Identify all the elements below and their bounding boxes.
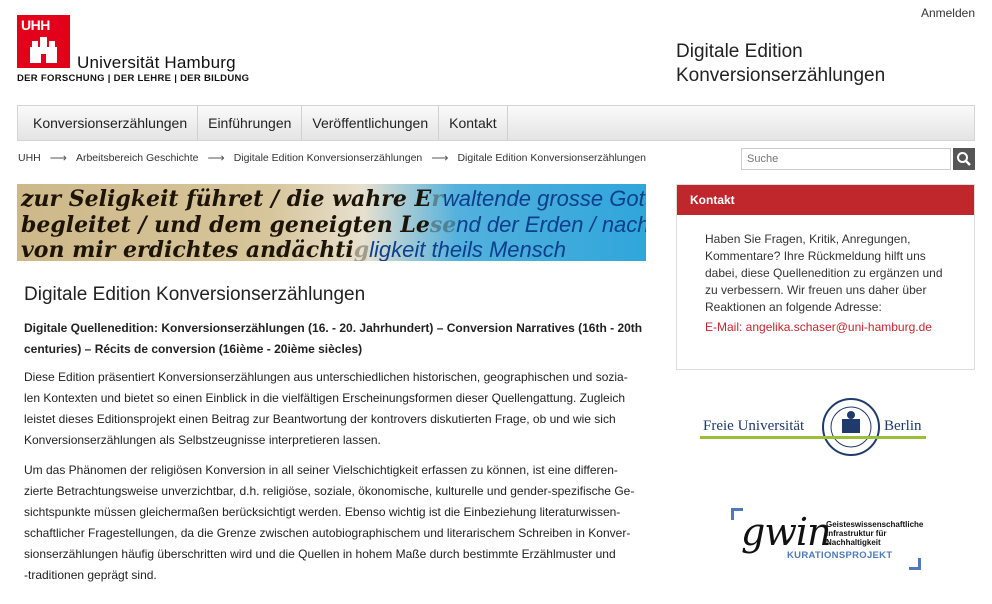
uhh-logo-tagline: DER FORSCHUNG | DER LEHRE | DER BILDUNG	[17, 73, 250, 84]
banner-line: von mir erdichtes andächtigligkeit theil…	[21, 237, 566, 261]
breadcrumb-arrow-icon: ⟶	[431, 151, 449, 165]
nav-item-konversionserzaehlungen[interactable]: Konversionserzählungen	[18, 106, 199, 140]
email-link[interactable]: angelika.schaser@uni-hamburg.de	[746, 320, 932, 334]
fu-logo-underline	[700, 436, 926, 439]
nav-item-einfuehrungen[interactable]: Einführungen	[198, 106, 303, 140]
gwin-logo[interactable]: gwin Geisteswissenschaftliche Infrastruk…	[731, 508, 924, 570]
breadcrumb-item[interactable]: Digitale Edition Konversionserzählungen	[234, 152, 423, 164]
nav-item-veroeffentlichungen[interactable]: Veröffentlichungen	[302, 106, 440, 140]
banner-line: begleitet / und dem geneigten Lesend der…	[21, 212, 646, 238]
gwin-description: Geisteswissenschaftliche Infrastruktur f…	[826, 520, 924, 547]
main-nav: Konversionserzählungen Einführungen Verö…	[17, 105, 975, 141]
logo-corner	[909, 558, 921, 570]
site-title: Digitale Edition Konversionserzählungen	[676, 40, 885, 88]
login-link[interactable]: Anmelden	[921, 6, 975, 20]
breadcrumb-arrow-icon: ⟶	[207, 151, 225, 165]
contact-email: E-Mail: angelika.schaser@uni-hamburg.de	[705, 320, 932, 334]
fu-logo-text-right: Berlin	[884, 418, 922, 434]
fu-logo-text-left: Freie Universität	[703, 418, 805, 434]
search-button[interactable]	[953, 148, 975, 170]
gwin-wordmark: gwin	[741, 510, 831, 554]
main-content: Digitale Edition Konversionserzählungen …	[24, 284, 644, 595]
breadcrumb: UHH ⟶ Arbeitsbereich Geschichte ⟶ Digita…	[18, 151, 646, 165]
contact-box: Kontakt Haben Sie Fragen, Kritik, Anregu…	[676, 184, 975, 370]
breadcrumb-item[interactable]: UHH	[18, 152, 41, 164]
page-subheading: Digitale Quellenedition: Konversionserzä…	[24, 321, 643, 356]
intro-paragraph: Diese Edition präsentiert Konversionserz…	[24, 370, 628, 447]
body-paragraph: Um das Phänomen der religiösen Konversio…	[24, 463, 635, 582]
seal-icon	[822, 398, 880, 456]
castle-icon	[30, 37, 57, 63]
uhh-logo-mark: UHH	[17, 15, 70, 68]
uhh-logo[interactable]: UHH Universität Hamburg DER FORSCHUNG | …	[17, 15, 249, 85]
contact-body: Haben Sie Fragen, Kritik, Anregungen, Ko…	[677, 215, 974, 336]
site-title-line1: Digitale Edition	[676, 41, 803, 62]
nav-item-kontakt[interactable]: Kontakt	[439, 106, 508, 140]
search-input[interactable]	[741, 148, 951, 170]
search-icon	[957, 152, 971, 166]
uhh-logo-abbr: UHH	[21, 17, 50, 33]
site-title-line2: Konversionserzählungen	[676, 65, 886, 86]
breadcrumb-arrow-icon: ⟶	[49, 151, 67, 165]
breadcrumb-item-current: Digitale Edition Konversionserzählungen	[457, 152, 647, 164]
uhh-logo-name: Universität Hamburg	[77, 53, 236, 72]
breadcrumb-item[interactable]: Arbeitsbereich Geschichte	[76, 152, 199, 164]
fu-berlin-logo[interactable]: Freie Universität Berlin	[700, 393, 930, 463]
banner-line: zur Seligkeit führet / die wahre Erwalte…	[21, 186, 646, 212]
gwin-kurationsprojekt: KURATIONSPROJEKT	[787, 550, 893, 561]
contact-heading: Kontakt	[677, 185, 974, 215]
header-banner-image: zur Seligkeit führet / die wahre Erwalte…	[17, 184, 646, 261]
page-title: Digitale Edition Konversionserzählungen	[24, 284, 366, 305]
